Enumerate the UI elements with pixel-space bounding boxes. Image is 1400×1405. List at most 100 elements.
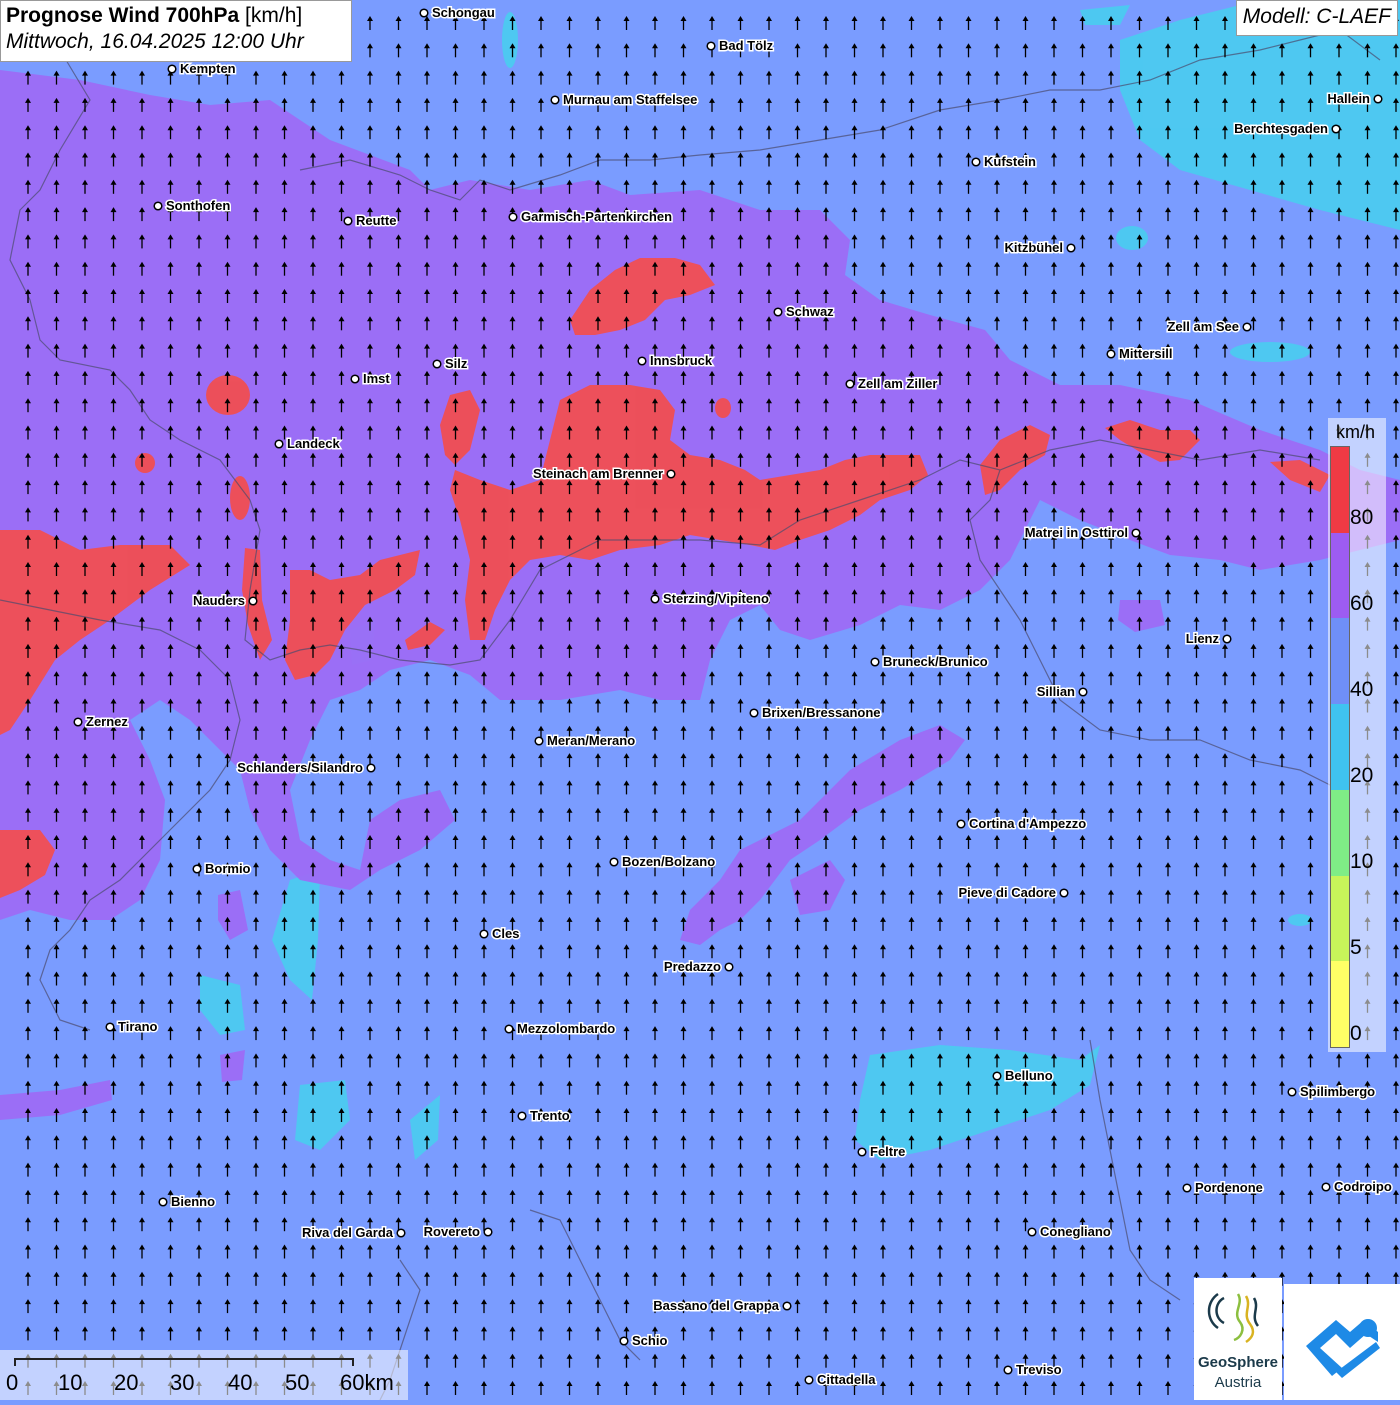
city-dot: [993, 1072, 1001, 1080]
geosphere-logo[interactable]: GeoSphere Austria: [1194, 1278, 1282, 1400]
legend-color-segment: [1331, 447, 1349, 533]
city-label: Imst: [363, 371, 390, 386]
scale-bar-label: 30: [170, 1370, 194, 1396]
city-marker: Spilimbergo: [1288, 1084, 1375, 1099]
city-marker: Matrei in Osttirol: [1025, 525, 1140, 540]
city-label: Rovereto: [424, 1224, 480, 1239]
city-marker: Brixen/Bressanone: [750, 705, 880, 720]
city-label: Bienno: [171, 1194, 215, 1209]
city-dot: [344, 217, 352, 225]
city-dot: [168, 65, 176, 73]
city-label: Bruneck/Brunico: [883, 654, 988, 669]
city-dot: [1132, 529, 1140, 537]
city-label: Steinach am Brenner: [533, 466, 663, 481]
scale-bar-label: 50: [285, 1370, 309, 1396]
scale-bar: 0102030405060km: [0, 1350, 408, 1400]
city-label: Treviso: [1016, 1362, 1062, 1377]
city-dot: [774, 308, 782, 316]
city-label: Lienz: [1186, 631, 1220, 646]
city-dot: [351, 375, 359, 383]
city-label: Murnau am Staffelsee: [563, 92, 697, 107]
city-dot: [667, 470, 675, 478]
city-dot: [505, 1025, 513, 1033]
city-dot: [275, 440, 283, 448]
city-label: Bassano del Grappa: [653, 1298, 779, 1313]
forecast-datetime: Mittwoch, 16.04.2025 12:00 Uhr: [6, 30, 346, 54]
city-label: Predazzo: [664, 959, 721, 974]
city-dot: [1223, 635, 1231, 643]
scale-bar-label: 10: [58, 1370, 82, 1396]
city-label: Mittersill: [1119, 346, 1172, 361]
city-marker: Berchtesgaden: [1234, 121, 1340, 136]
app-logo-icon: [1284, 1284, 1400, 1400]
city-dot: [433, 360, 441, 368]
city-dot: [638, 357, 646, 365]
city-label: Schlanders/Silandro: [237, 760, 363, 775]
city-label: Conegliano: [1040, 1224, 1111, 1239]
legend-color-segment: [1331, 961, 1349, 1047]
city-dot: [1107, 350, 1115, 358]
city-marker: Riva del Garda: [302, 1225, 405, 1240]
city-label: Reutte: [356, 213, 396, 228]
city-marker: Sonthofen: [154, 198, 230, 213]
city-marker: Schongau: [420, 5, 495, 20]
city-dot: [1060, 889, 1068, 897]
city-dot: [707, 42, 715, 50]
color-legend: km/h 806040201050: [1328, 418, 1386, 1052]
city-label: Schongau: [432, 5, 495, 20]
scale-bar-label: 0: [6, 1370, 18, 1396]
city-dot: [367, 764, 375, 772]
city-dot: [1374, 95, 1382, 103]
city-dot: [725, 963, 733, 971]
city-label: Sterzing/Vipiteno: [663, 591, 769, 606]
legend-tick-label: 60: [1350, 592, 1373, 616]
city-marker: Bozen/Bolzano: [610, 854, 715, 869]
city-label: Bad Tölz: [719, 38, 774, 53]
scale-bar-label: 40: [228, 1370, 252, 1396]
city-label: Tirano: [118, 1019, 158, 1034]
city-dot: [74, 718, 82, 726]
city-label: Kempten: [180, 61, 236, 76]
city-marker: Conegliano: [1028, 1224, 1111, 1239]
logo-text-line2: Austria: [1194, 1374, 1282, 1391]
city-dot: [518, 1112, 526, 1120]
city-dot: [972, 158, 980, 166]
legend-unit: km/h: [1336, 422, 1375, 443]
city-label: Garmisch-Partenkirchen: [521, 209, 672, 224]
city-marker: Pordenone: [1183, 1180, 1263, 1195]
scale-bar-label: 60km: [340, 1370, 394, 1396]
city-marker: Mezzolombardo: [505, 1021, 615, 1036]
city-dot: [249, 597, 257, 605]
city-dot: [420, 9, 428, 17]
city-dot: [154, 202, 162, 210]
city-dot: [783, 1302, 791, 1310]
city-dot: [1288, 1088, 1296, 1096]
city-dot: [805, 1376, 813, 1384]
model-label: Modell: C-LAEF: [1236, 0, 1398, 36]
city-label: Cles: [492, 926, 519, 941]
city-label: Landeck: [287, 436, 341, 451]
city-dot: [651, 595, 659, 603]
app-logo[interactable]: [1284, 1284, 1400, 1400]
legend-tick-label: 5: [1350, 936, 1362, 960]
city-marker: Bruneck/Brunico: [871, 654, 988, 669]
city-marker: Murnau am Staffelsee: [551, 92, 697, 107]
city-dot: [159, 1198, 167, 1206]
legend-color-segment: [1331, 704, 1349, 790]
logo-text-line1: GeoSphere: [1194, 1354, 1282, 1371]
city-label: Belluno: [1005, 1068, 1053, 1083]
legend-color-segment: [1331, 618, 1349, 704]
legend-tick-label: 10: [1350, 850, 1373, 874]
city-dot: [1067, 244, 1075, 252]
city-label: Hallein: [1327, 91, 1370, 106]
city-dot: [484, 1228, 492, 1236]
city-label: Mezzolombardo: [517, 1021, 615, 1036]
city-dot: [750, 709, 758, 717]
city-marker: Meran/Merano: [535, 733, 635, 748]
city-dot: [480, 930, 488, 938]
city-marker: Steinach am Brenner: [533, 466, 675, 481]
city-marker: Pieve di Cadore: [958, 885, 1067, 900]
city-dot: [858, 1148, 866, 1156]
city-label: Schwaz: [786, 304, 834, 319]
legend-tick-label: 80: [1350, 506, 1373, 530]
